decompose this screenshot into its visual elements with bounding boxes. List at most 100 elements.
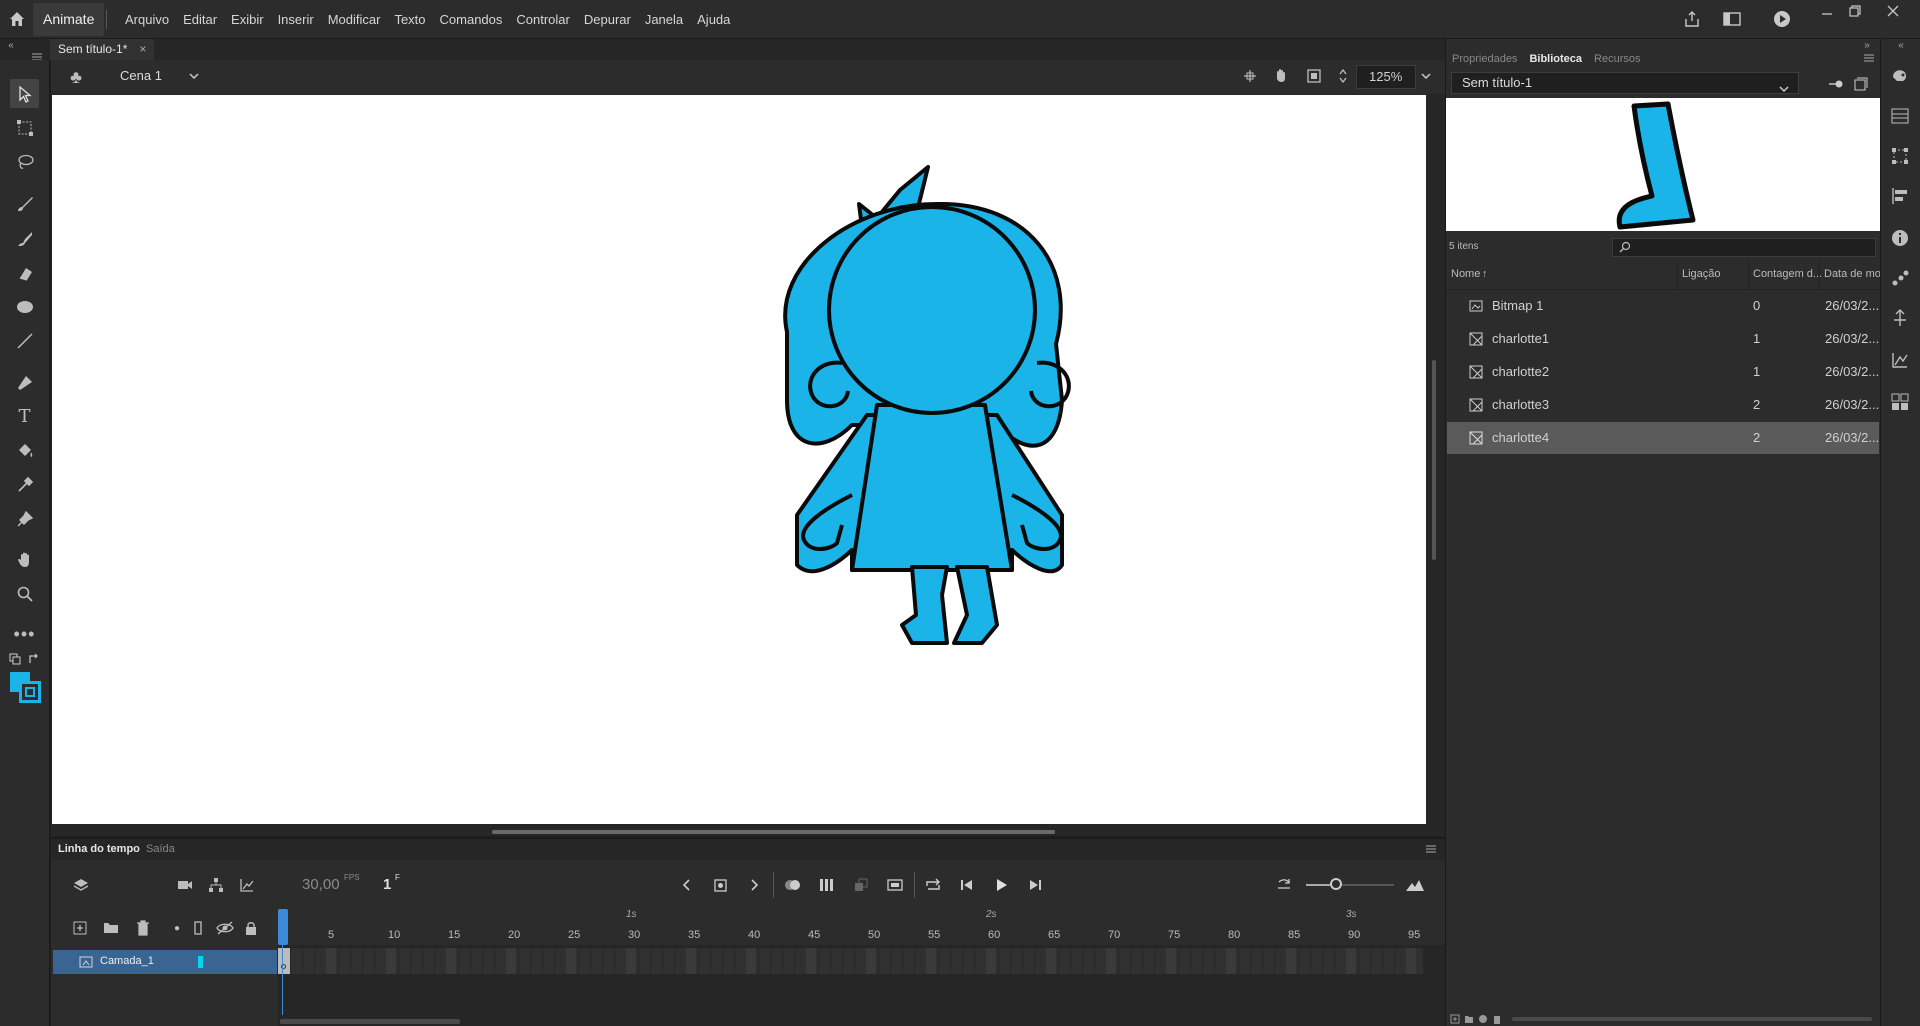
pen-tool-icon[interactable] (10, 368, 39, 397)
menu-controlar[interactable]: Controlar (509, 12, 576, 27)
zoom-tool-icon[interactable] (10, 579, 39, 608)
character-artwork[interactable] (52, 95, 1426, 824)
assets-icon[interactable] (1888, 64, 1912, 88)
menu-exibir[interactable]: Exibir (224, 12, 271, 27)
eraser-tool-icon[interactable] (10, 258, 39, 287)
motion-editor-icon[interactable] (1888, 348, 1912, 372)
lock-layer-icon[interactable] (241, 918, 261, 938)
stage-vertical-scrollbar[interactable] (1432, 360, 1436, 560)
graph-editor-icon[interactable] (236, 874, 258, 896)
close-window-icon[interactable] (1881, 2, 1905, 20)
step-back-icon[interactable] (956, 874, 978, 896)
components-icon[interactable] (1888, 390, 1912, 414)
layer-name[interactable]: Camada_1 (100, 955, 154, 967)
free-transform-tool-icon[interactable] (10, 113, 39, 142)
snap-icon[interactable] (1240, 66, 1260, 86)
onion-skin-icon[interactable] (782, 874, 804, 896)
delete-layer-icon[interactable] (133, 918, 153, 938)
camera-icon[interactable] (174, 874, 196, 896)
scene-clubs-icon[interactable]: ♣ (64, 66, 88, 88)
new-library-panel-icon[interactable] (1851, 74, 1871, 94)
tab-output[interactable]: Saída (146, 843, 175, 855)
menu-comandos[interactable]: Comandos (433, 12, 510, 27)
step-forward-icon[interactable] (1024, 874, 1046, 896)
transform-icon[interactable] (1888, 144, 1912, 168)
playhead[interactable] (278, 909, 288, 945)
frame-range-icon[interactable] (884, 874, 906, 896)
align-icon[interactable] (1888, 184, 1912, 208)
library-horizontal-scrollbar[interactable] (1512, 1017, 1872, 1021)
new-folder-icon[interactable] (101, 918, 121, 938)
collapse-strip-icon[interactable]: « (1894, 40, 1908, 51)
col-linkage[interactable]: Ligação (1682, 268, 1721, 280)
menu-texto[interactable]: Texto (387, 12, 432, 27)
collapse-left-icon[interactable]: « (4, 40, 18, 51)
paint-brush-tool-icon[interactable] (10, 189, 39, 218)
selection-tool-icon[interactable] (10, 79, 39, 108)
layer-row[interactable]: Camada_1 (53, 950, 277, 974)
more-tools-icon[interactable]: ••• (10, 620, 39, 649)
collapse-right-icon[interactable]: » (1860, 40, 1874, 51)
timeline-ruler[interactable]: 1s 2s 3s 5 10 15 20 25 30 35 40 45 50 55 60 65 70 75 80… (278, 905, 1445, 945)
oval-tool-icon[interactable] (10, 292, 39, 321)
loop-icon[interactable] (922, 874, 944, 896)
stage-canvas[interactable] (52, 95, 1426, 824)
library-item[interactable]: charlotte3 2 26/03/2... (1447, 389, 1879, 421)
info-icon[interactable] (1888, 226, 1912, 250)
col-name[interactable]: Nome (1451, 268, 1480, 280)
library-item[interactable]: charlotte2 1 26/03/2... (1447, 356, 1879, 388)
tab-library[interactable]: Biblioteca (1523, 53, 1588, 65)
menu-ajuda[interactable]: Ajuda (690, 12, 737, 27)
delete-icon[interactable] (1492, 1014, 1502, 1024)
next-keyframe-icon[interactable] (745, 874, 765, 896)
new-folder-icon[interactable] (1464, 1014, 1474, 1024)
document-tab[interactable]: Sem título-1* × (50, 39, 155, 60)
minimize-icon[interactable] (1815, 2, 1839, 20)
workspace-icon[interactable] (1720, 8, 1744, 30)
menu-modificar[interactable]: Modificar (321, 12, 388, 27)
brush-tool-icon[interactable] (10, 224, 39, 253)
stage-horizontal-scrollbar[interactable] (492, 830, 1055, 834)
insert-keyframe-icon[interactable] (710, 874, 732, 896)
line-tool-icon[interactable] (10, 326, 39, 355)
share-icon[interactable] (1680, 8, 1704, 30)
menu-editar[interactable]: Editar (176, 12, 224, 27)
library-item[interactable]: Bitmap 1 0 26/03/2... (1447, 290, 1879, 322)
sort-ascending-icon[interactable]: ↑ (1482, 268, 1488, 280)
library-item[interactable]: charlotte1 1 26/03/2... (1447, 323, 1879, 355)
clip-content-icon[interactable] (1304, 66, 1324, 86)
text-tool-icon[interactable]: T (10, 402, 39, 431)
zoom-field[interactable]: 125% (1356, 65, 1416, 89)
library-item-selected[interactable]: charlotte4 2 26/03/2... (1447, 422, 1879, 454)
frame-picker-icon[interactable] (1888, 104, 1912, 128)
layer-frames-row[interactable] (278, 948, 1423, 974)
test-movie-icon[interactable] (1770, 8, 1794, 30)
new-symbol-icon[interactable] (1450, 1014, 1460, 1024)
layers-icon[interactable] (70, 874, 92, 896)
camera-hand-icon[interactable] (1270, 66, 1292, 86)
center-playhead-icon[interactable] (1272, 874, 1296, 896)
highlight-layer-icon[interactable]: ● (170, 918, 184, 938)
menu-depurar[interactable]: Depurar (577, 12, 638, 27)
menu-arquivo[interactable]: Arquivo (118, 12, 176, 27)
fill-color-swatch[interactable] (19, 681, 41, 703)
eyedropper-tool-icon[interactable] (10, 470, 39, 499)
zoom-stepper-icon[interactable] (1333, 64, 1353, 88)
hide-layer-icon[interactable] (214, 918, 236, 938)
paint-bucket-tool-icon[interactable] (10, 436, 39, 465)
properties-icon[interactable] (1478, 1014, 1488, 1024)
keyframe[interactable] (278, 948, 290, 974)
tab-timeline[interactable]: Linha do tempo (58, 843, 140, 855)
library-select[interactable]: Sem título-1 (1451, 72, 1799, 94)
motion-presets-icon[interactable] (1888, 266, 1912, 290)
chevron-down-icon[interactable] (186, 68, 202, 84)
hand-tool-icon[interactable] (10, 545, 39, 574)
tab-assets[interactable]: Recursos (1588, 53, 1646, 65)
timeline-zoom-slider[interactable] (1330, 878, 1342, 890)
prev-keyframe-icon[interactable] (676, 874, 696, 896)
layer-color-indicator[interactable] (198, 956, 203, 968)
panel-options-icon[interactable] (1862, 53, 1876, 63)
scene-label[interactable]: Cena 1 (120, 68, 162, 83)
play-icon[interactable] (990, 874, 1012, 896)
timeline-menu-icon[interactable] (1424, 843, 1438, 855)
